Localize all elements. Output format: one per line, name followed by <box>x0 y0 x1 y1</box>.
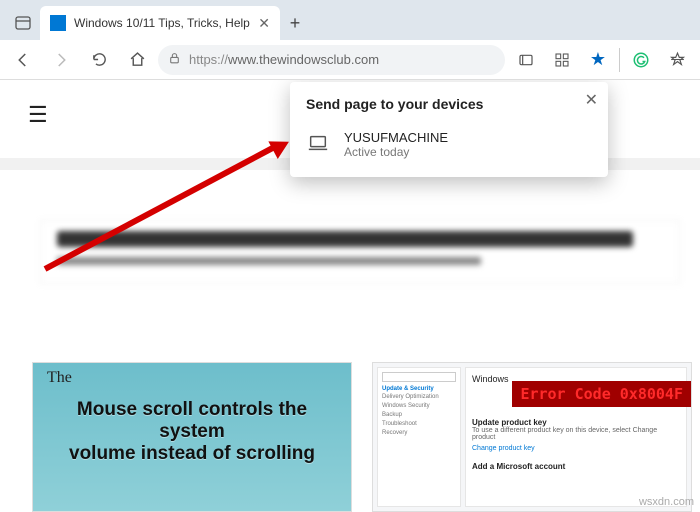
reload-button[interactable] <box>82 43 116 77</box>
favorite-button[interactable]: ★ <box>581 43 615 77</box>
laptop-icon <box>306 130 330 154</box>
article-card[interactable]: The Mouse scroll controls the system vol… <box>32 362 352 512</box>
thumbnail-logo: The <box>47 369 72 387</box>
collections-icon[interactable] <box>545 43 579 77</box>
article-card[interactable]: Update & Security Delivery Optimization … <box>372 362 692 512</box>
forward-button[interactable] <box>44 43 78 77</box>
tab-actions-icon[interactable] <box>6 6 40 40</box>
device-status: Active today <box>344 145 448 159</box>
divider <box>619 48 620 72</box>
browser-tab[interactable]: Windows 10/11 Tips, Tricks, Help ✕ <box>40 6 280 40</box>
favorites-toggle-icon[interactable] <box>660 43 694 77</box>
close-button[interactable]: ✕ <box>585 90 598 110</box>
lock-icon <box>168 52 181 68</box>
address-bar[interactable]: https://www.thewindowsclub.com <box>158 45 505 75</box>
site-menu-button[interactable]: ☰ <box>28 102 48 128</box>
watermark: wsxdn.com <box>639 496 694 508</box>
tab-title: Windows 10/11 Tips, Tricks, Help <box>74 16 250 30</box>
settings-sidebar: Update & Security Delivery Optimization … <box>377 367 461 507</box>
send-to-devices-popup: ✕ Send page to your devices YUSUFMACHINE… <box>290 82 608 177</box>
error-code-overlay: Error Code 0x8004F <box>512 381 691 407</box>
ad-banner[interactable] <box>40 220 680 284</box>
article-title: Mouse scroll controls the system volume … <box>43 399 341 465</box>
tab-close-icon[interactable]: ✕ <box>258 15 270 32</box>
page-content: ☰ The Mouse scroll controls the system v… <box>0 80 700 512</box>
search-input <box>382 372 456 382</box>
back-button[interactable] <box>6 43 40 77</box>
new-tab-button[interactable]: + <box>280 6 310 40</box>
reader-mode-icon[interactable] <box>509 43 543 77</box>
device-item[interactable]: YUSUFMACHINE Active today <box>306 126 592 163</box>
device-name: YUSUFMACHINE <box>344 130 448 145</box>
extension-grammarly-icon[interactable] <box>624 43 658 77</box>
url-text: https://www.thewindowsclub.com <box>189 52 379 67</box>
favicon-icon <box>50 15 66 31</box>
home-button[interactable] <box>120 43 154 77</box>
popup-title: Send page to your devices <box>306 96 592 112</box>
